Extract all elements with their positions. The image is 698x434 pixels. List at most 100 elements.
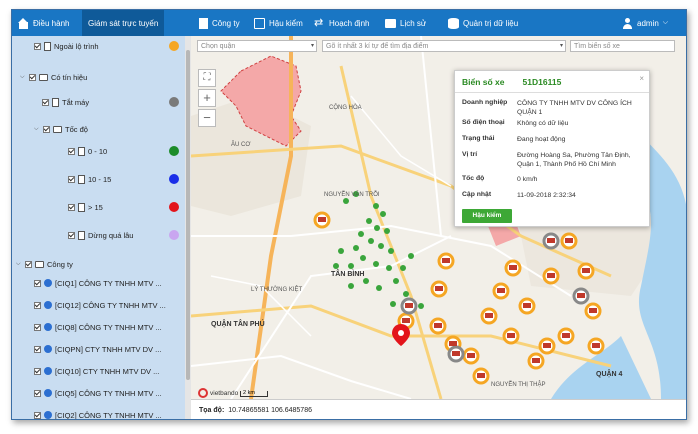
tree-label: Dừng quá lâu	[88, 230, 134, 240]
tree-label: [CIQ10] CTY TNHH MTV DV ...	[55, 366, 160, 376]
folder-icon	[39, 73, 48, 81]
tree-item-company[interactable]: [CIQ1] CÔNG TY TNHH MTV ...	[34, 276, 162, 290]
checkbox[interactable]	[34, 301, 41, 309]
nav-quan-tri[interactable]: Quản trị dữ liệu	[442, 10, 524, 36]
checkbox[interactable]	[68, 203, 75, 211]
top-nav: Điều hành Giám sát trực tuyến Công ty Hậ…	[12, 10, 686, 399]
row-value: Đang hoạt động	[517, 136, 566, 143]
row-label: Trạng thái	[462, 135, 495, 142]
map-label: CỘNG HÒA	[329, 104, 362, 111]
tree-item-stopped[interactable]: Dừng quá lâu	[68, 228, 133, 242]
sidebar-scroll-thumb[interactable]	[186, 50, 190, 380]
row-value: 11-09-2018 2:32:34	[517, 192, 576, 199]
map-label: NGUYỄN THỊ THẬP	[491, 381, 545, 388]
user-name: admin	[637, 18, 659, 28]
checkbox[interactable]	[34, 367, 41, 375]
tree-item-company[interactable]: [CIQ5] CÔNG TY TNHH MTV ...	[34, 386, 162, 400]
row-value: Không có dữ liệu	[517, 120, 569, 127]
nav-label: Lịch sử	[400, 18, 427, 28]
globe-icon	[44, 367, 52, 375]
tree-item-company[interactable]: [CIQ8] CÔNG TY TNHH MTV ...	[34, 320, 162, 334]
tree-label: Tốc độ	[65, 124, 88, 134]
coord-value: 10.74865581 106.6485786	[228, 407, 312, 414]
chevron-down-icon: ▾	[310, 43, 314, 49]
nav-hoach-dinh[interactable]: ⇄ Hoạch định	[308, 10, 375, 36]
nav-giam-sat[interactable]: Giám sát trực tuyến	[82, 10, 686, 399]
hau-kiem-button[interactable]: Hậu kiểm	[462, 209, 512, 223]
legend-dot-engine-off	[169, 97, 179, 107]
tree-label: [CIQ12] CÔNG TY TNHH MTV ...	[55, 300, 166, 310]
tree-item-route[interactable]: Ngoài lộ trình	[34, 39, 99, 53]
tree-group-company[interactable]: ⌵ Công ty	[16, 257, 73, 271]
close-icon[interactable]: ×	[639, 74, 644, 83]
checkbox[interactable]	[43, 125, 50, 133]
database-icon	[448, 17, 459, 29]
collapse-icon[interactable]: ⌵	[20, 74, 26, 81]
tree-label: Công ty	[47, 259, 73, 269]
tree-item-company[interactable]: [CIQ12] CÔNG TY TNHH MTV ...	[34, 298, 166, 312]
document-icon	[78, 174, 85, 184]
collapse-icon[interactable]: ⌵	[34, 126, 40, 133]
checkbox[interactable]	[68, 147, 75, 155]
map-label: LÝ THƯỜNG KIỆT	[251, 285, 303, 293]
tree-item-speed-15[interactable]: > 15	[68, 200, 103, 214]
checkbox[interactable]	[68, 231, 75, 239]
legend-dot-slow	[169, 146, 179, 156]
checkbox[interactable]	[34, 279, 41, 287]
nav-dieu-hanh[interactable]: Điều hành	[12, 10, 75, 36]
nav-label: Giám sát trực tuyến	[88, 18, 159, 28]
zoom-out-button[interactable]: −	[198, 109, 216, 127]
chevron-down-icon: ⌵	[662, 19, 669, 26]
map-label: QUẬN 4	[596, 369, 623, 378]
checkbox[interactable]	[68, 175, 75, 183]
nav-hau-kiem[interactable]: Hậu kiểm	[248, 10, 309, 36]
globe-icon	[44, 389, 52, 397]
tree-item-speed-0-10[interactable]: 0 - 10	[68, 144, 107, 158]
tree-item-company[interactable]: [CIQ2] CÔNG TY TNHH MTV ...	[34, 408, 162, 419]
tree-item-engine-off[interactable]: Tắt máy	[42, 95, 89, 109]
legend-dot-stopped	[169, 230, 179, 240]
row-value: CÔNG TY TNHH MTV DV CÔNG ÍCH QUẬN 1	[517, 100, 632, 116]
row-label: Doanh nghiệp	[462, 99, 508, 106]
tree-item-company[interactable]: [CIQ10] CTY TNHH MTV DV ...	[34, 364, 159, 378]
checkbox[interactable]	[34, 42, 41, 50]
nav-label: Hậu kiểm	[269, 18, 303, 28]
tree-group-signal[interactable]: ⌵ Có tín hiệu	[20, 70, 87, 84]
checkbox[interactable]	[25, 260, 32, 268]
tree-item-company[interactable]: [CIQPN] CTY TNHH MTV DV ...	[34, 342, 161, 356]
checkbox[interactable]	[34, 323, 41, 331]
plate-value: 51D16115	[522, 76, 562, 87]
nav-lich-su[interactable]: Lịch sử	[379, 10, 432, 36]
popup-row-status: Trạng thái Đang hoạt động	[462, 135, 644, 144]
nav-cong-ty[interactable]: Công ty	[193, 10, 246, 36]
checkbox[interactable]	[29, 73, 36, 81]
folder-icon	[35, 260, 44, 268]
checkbox[interactable]	[34, 411, 41, 419]
nav-label: Công ty	[212, 18, 240, 28]
fullscreen-button[interactable]: ⛶	[198, 69, 216, 87]
tree-label: [CIQPN] CTY TNHH MTV DV ...	[55, 344, 162, 354]
checkbox[interactable]	[42, 98, 49, 106]
plate-search-input[interactable]: Tìm biển số xe	[570, 40, 675, 52]
map-label: QUẬN TÂN PHÚ	[211, 319, 265, 328]
checkbox[interactable]	[34, 389, 41, 397]
tree-item-speed-10-15[interactable]: 10 - 15	[68, 172, 111, 186]
nav-label: Điều hành	[33, 18, 70, 28]
district-select[interactable]: Chọn quận ▾	[197, 40, 317, 52]
building-icon	[199, 17, 208, 29]
home-icon	[18, 17, 29, 29]
district-select-placeholder: Chọn quận	[201, 43, 236, 50]
zoom-in-button[interactable]: +	[198, 89, 216, 107]
map-controls: ⛶ + −	[198, 69, 218, 129]
address-search-input[interactable]: Gõ ít nhất 3 kí tự để tìm địa điểm ▾	[322, 40, 566, 52]
collapse-icon[interactable]: ⌵	[16, 261, 22, 268]
document-icon	[44, 41, 51, 51]
vietbando-logo: vietbando	[198, 388, 238, 398]
checkbox[interactable]	[34, 345, 41, 353]
user-menu[interactable]: admin ⌵	[616, 10, 674, 36]
tree-group-speed[interactable]: ⌵ Tốc độ	[34, 122, 88, 136]
row-value: 0 km/h	[517, 176, 538, 183]
popup-row-location: Vị trí Đường Hoàng Sa, Phường Tân Định, …	[462, 151, 644, 169]
scale-bar: 2 km	[240, 390, 268, 397]
row-label: Số điện thoại	[462, 119, 505, 126]
